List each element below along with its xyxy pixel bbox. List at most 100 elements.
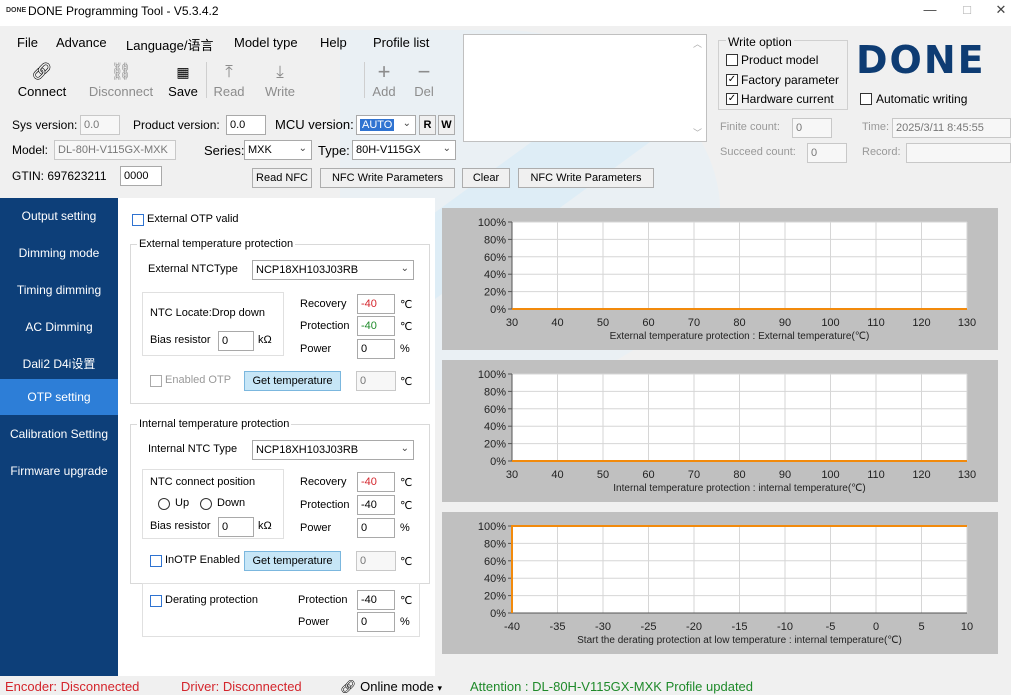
series-select[interactable]: MXK ⌄ (244, 140, 312, 160)
type-value: 80H-V115GX (356, 144, 421, 156)
sidebar-item-dimming-mode[interactable]: Dimming mode (0, 235, 118, 271)
external-ntc-type-label: External NTCType (148, 263, 238, 275)
ext-recovery-field[interactable]: -40 (357, 294, 395, 314)
external-ntc-type-select[interactable]: NCP18XH103J03RB ⌄ (252, 260, 414, 280)
chevron-down-icon: ⌄ (298, 143, 307, 154)
automatic-writing-checkbox[interactable] (860, 93, 872, 105)
ext-recovery-label: Recovery (300, 298, 347, 310)
inotp-enabled-checkbox[interactable] (150, 555, 162, 567)
type-select[interactable]: 80H-V115GX ⌄ (352, 140, 456, 160)
minimize-button[interactable]: — (920, 2, 940, 17)
sidebar-item-otp-setting[interactable]: OTP setting (0, 379, 118, 415)
y-tick-label: 20% (484, 439, 506, 451)
read-mcu-button[interactable]: R (419, 115, 436, 135)
chevron-down-icon: ⌄ (442, 143, 451, 154)
ext-protection-unit: ℃ (400, 321, 413, 333)
derating-protection-unit: ℃ (400, 595, 413, 607)
ext-power-field[interactable]: 0 (357, 339, 395, 359)
menu-language[interactable]: Language/语言 (126, 35, 213, 54)
x-tick-label: -20 (686, 621, 702, 633)
int-bias-resistor-field[interactable]: 0 (218, 517, 254, 537)
time-label: Time: (862, 121, 890, 133)
menu-model-type[interactable]: Model type (234, 35, 298, 50)
down-radio[interactable] (200, 498, 212, 510)
derating-power-field[interactable]: 0 (357, 612, 395, 632)
product-model-label: Product model (741, 53, 819, 67)
menu-advance[interactable]: Advance (56, 35, 107, 50)
read-nfc-button[interactable]: Read NFC (252, 168, 312, 188)
ext-get-temperature-button[interactable]: Get temperature (244, 371, 341, 391)
up-radio[interactable] (158, 498, 170, 510)
save-button[interactable]: ▦ Save (162, 62, 204, 99)
int-recovery-field[interactable]: -40 (357, 472, 395, 492)
x-tick-label: 100 (821, 469, 839, 481)
read-button[interactable]: ⤒ Read (208, 62, 250, 99)
write-button[interactable]: ⤓ Write (258, 62, 302, 99)
mcu-version-select[interactable]: AUTO ⌄ (356, 115, 416, 135)
ext-protection-field[interactable]: -40 (357, 316, 395, 336)
upload-icon: ⤒ (225, 62, 233, 81)
sidebar-item-ac-dimming[interactable]: AC Dimming (0, 309, 118, 345)
scroll-up-icon[interactable]: ︿ (693, 37, 702, 50)
connect-button[interactable]: 🔗︎ Connect (14, 62, 70, 99)
int-recovery-unit: ℃ (400, 477, 413, 489)
status-bar: Encoder: Disconnected Driver: Disconnect… (0, 676, 1011, 695)
delete-button[interactable]: − Del (406, 61, 442, 100)
ext-bias-resistor-field[interactable]: 0 (218, 331, 254, 351)
int-get-temperature-button[interactable]: Get temperature (244, 551, 341, 571)
menu-profile-list[interactable]: Profile list (373, 35, 429, 50)
derating-protection-checkbox[interactable] (150, 595, 162, 607)
nfc-write-params-button-2[interactable]: NFC Write Parameters (518, 168, 654, 188)
internal-ntc-type-select[interactable]: NCP18XH103J03RB ⌄ (252, 440, 414, 460)
enabled-otp-label: Enabled OTP (165, 374, 232, 386)
chart-svg: -40 -35 -30 -25 -20 -15 -10 -5 0 5 100%20%40%60%80… (478, 521, 973, 646)
enabled-otp-checkbox[interactable] (150, 375, 162, 387)
y-tick-label: 0% (490, 456, 506, 468)
finite-count-field: 0 (792, 118, 832, 138)
maximize-button[interactable]: □ (957, 2, 977, 17)
y-tick-label: 100% (478, 217, 506, 229)
int-power-label: Power (300, 522, 332, 534)
menu-file[interactable]: File (17, 35, 38, 50)
external-otp-valid-checkbox[interactable] (132, 214, 144, 226)
ext-temperature-unit: ℃ (400, 376, 413, 388)
mcu-version-label: MCU version: (275, 117, 354, 132)
menu-help[interactable]: Help (320, 35, 347, 50)
x-tick-label: 130 (958, 469, 976, 481)
scroll-down-icon[interactable]: ﹀ (693, 126, 702, 139)
sidebar-item-dali2-d4i[interactable]: Dali2 D4i设置 (0, 346, 118, 382)
sidebar-item-calibration-setting[interactable]: Calibration Setting (0, 416, 118, 452)
nfc-write-params-button[interactable]: NFC Write Parameters (320, 168, 455, 188)
close-button[interactable]: ✕ (991, 2, 1011, 18)
del-label: Del (414, 84, 434, 99)
write-mcu-button[interactable]: W (438, 115, 455, 135)
sidebar-item-output-setting[interactable]: Output setting (0, 198, 118, 234)
product-model-checkbox[interactable] (726, 54, 738, 66)
add-button[interactable]: + Add (366, 61, 402, 100)
chart-svg: 30 40 50 60 70 80 90 100 110 120 130 0% 20% 40% 60% 80%… (478, 217, 976, 342)
gtin-field[interactable]: 0000 (120, 166, 162, 186)
sidebar-item-timing-dimming[interactable]: Timing dimming (0, 272, 118, 308)
y-tick-label: 60% (484, 556, 506, 568)
sidebar-item-firmware-upgrade[interactable]: Firmware upgrade (0, 453, 118, 489)
app-window: DONE DONE Programming Tool - V5.3.4.2 — … (0, 0, 1011, 695)
clear-button[interactable]: Clear (462, 168, 510, 188)
link-icon: 🔗︎ (31, 62, 53, 81)
chevron-down-icon: ⌄ (400, 443, 409, 454)
int-protection-label: Protection (300, 499, 350, 511)
int-bias-resistor-label: Bias resistor (150, 520, 211, 532)
product-version-field[interactable]: 0.0 (226, 115, 266, 135)
int-power-field[interactable]: 0 (357, 518, 395, 538)
title-bar: DONE DONE Programming Tool - V5.3.4.2 — … (0, 0, 1011, 26)
hardware-current-checkbox[interactable]: ✓ (726, 93, 738, 105)
disconnect-button[interactable]: ⛓ Disconnect (84, 62, 158, 99)
x-tick-label: 90 (779, 317, 791, 329)
x-tick-label: 120 (912, 469, 930, 481)
factory-parameter-checkbox[interactable]: ✓ (726, 74, 738, 86)
profile-memo-box[interactable]: ︿ ﹀ (463, 34, 707, 142)
derating-protection-field[interactable]: -40 (357, 590, 395, 610)
x-tick-label: 30 (506, 317, 518, 329)
int-protection-field[interactable]: -40 (357, 495, 395, 515)
online-mode-dropdown[interactable]: 🔗︎ Online mode ▾ (340, 679, 442, 695)
sidebar: Output setting Dimming mode Timing dimmi… (0, 198, 118, 676)
